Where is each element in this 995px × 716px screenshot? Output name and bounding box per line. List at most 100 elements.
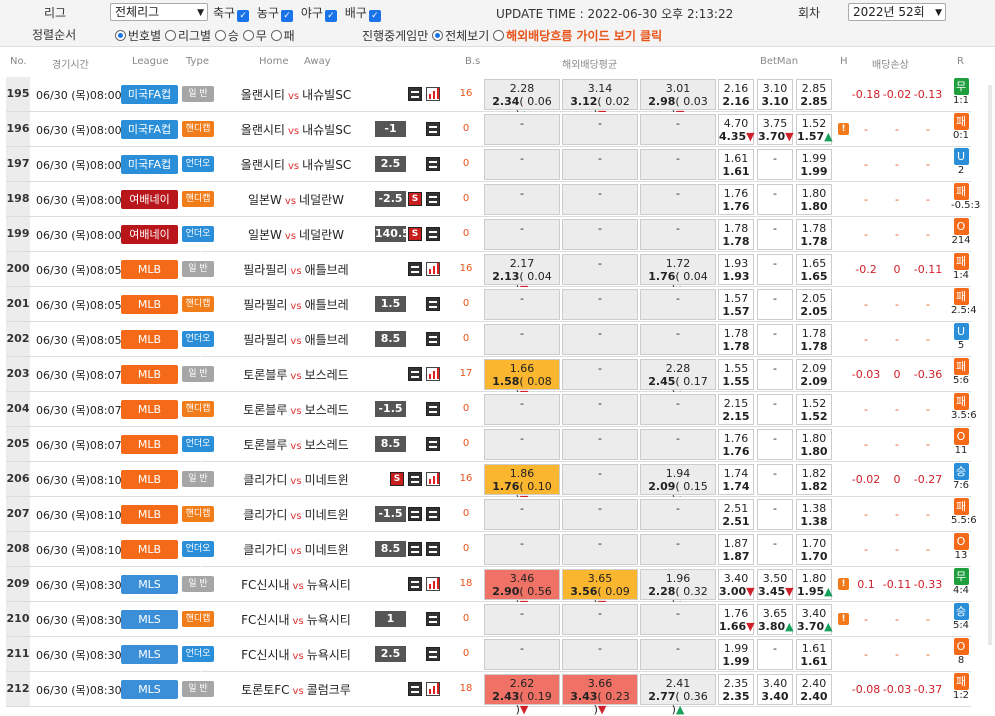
betman-odds-cell[interactable]: 2.85 2.85 <box>796 79 832 110</box>
avg-odds-cell[interactable]: 2.62 2.43( 0.19 )▼ <box>484 674 560 716</box>
compare-icon[interactable] <box>408 542 422 556</box>
betman-odds-cell[interactable]: 1.38 1.38 <box>796 499 832 530</box>
betman-odds-cell[interactable]: 1.78 1.78 <box>718 219 754 250</box>
avg-odds-cell[interactable]: - <box>484 289 560 320</box>
betman-odds-cell[interactable]: 2.16 2.16 <box>718 79 754 110</box>
compare-icon[interactable] <box>408 577 422 591</box>
betman-odds-cell[interactable]: 3.50 3.45▼ <box>757 569 794 600</box>
compare-icon[interactable] <box>408 472 422 486</box>
table-row[interactable]: 212 06/30 (목)08:30 MLS 일 반 토론토FC vs 콜럼크루 18 2.62… <box>6 672 971 716</box>
avg-odds-cell[interactable]: - <box>562 534 638 565</box>
radio-by-league[interactable] <box>164 30 176 41</box>
radio-draw[interactable] <box>242 30 254 41</box>
betman-odds-cell[interactable]: 1.80 1.95▲ <box>796 569 833 600</box>
avg-odds-cell[interactable]: - <box>640 639 716 670</box>
avg-odds-cell[interactable]: 2.41 2.77( 0.36 )▲ <box>640 674 716 716</box>
avg-odds-cell[interactable]: - <box>484 499 560 530</box>
compare-icon[interactable] <box>426 192 440 206</box>
league-badge[interactable]: MLS <box>121 610 178 629</box>
betman-odds-cell[interactable]: 1.80 1.80 <box>796 429 832 460</box>
chart-icon[interactable] <box>426 262 440 276</box>
avg-odds-cell[interactable]: - <box>484 149 560 180</box>
betman-odds-cell[interactable]: - <box>757 184 793 215</box>
radio-win[interactable] <box>214 30 226 41</box>
betman-odds-cell[interactable]: - <box>757 464 793 495</box>
betman-odds-cell[interactable]: 2.15 2.15 <box>718 394 754 425</box>
avg-odds-cell[interactable]: - <box>562 254 638 285</box>
table-row[interactable]: 199 06/30 (목)08:00 여배네이 언더오버 일본W vs 네덜란W 140.5 S… <box>6 217 971 255</box>
betman-odds-cell[interactable]: 2.40 2.40 <box>796 674 832 705</box>
chart-icon[interactable] <box>426 682 440 696</box>
avg-odds-cell[interactable]: 3.66 3.43( 0.23 )▼ <box>562 674 638 716</box>
compare-icon[interactable] <box>426 227 440 241</box>
avg-odds-cell[interactable]: - <box>484 394 560 425</box>
compare-icon[interactable] <box>408 507 422 521</box>
avg-odds-cell[interactable]: - <box>562 149 638 180</box>
avg-odds-cell[interactable]: 3.653.56( 0.09 )▼ <box>562 569 638 611</box>
avg-odds-cell[interactable]: 2.282.34( 0.06 )▲ <box>484 79 560 121</box>
radio-guide[interactable] <box>493 30 505 41</box>
table-row[interactable]: 210 06/30 (목)08:30 MLS 핸디캡 FC신시내 vs 뉴욕시티 1 0- - -1… <box>6 602 971 637</box>
league-badge[interactable]: MLB <box>121 295 178 314</box>
league-badge[interactable]: MLB <box>121 400 178 419</box>
avg-odds-cell[interactable]: - <box>562 324 638 355</box>
avg-odds-cell[interactable]: - <box>640 114 716 145</box>
avg-odds-cell[interactable]: - <box>562 359 638 390</box>
checkbox-basketball[interactable]: ✓ <box>281 10 294 22</box>
compare-icon[interactable] <box>426 297 440 311</box>
avg-odds-cell[interactable]: - <box>640 289 716 320</box>
avg-odds-cell[interactable]: - <box>484 114 560 145</box>
avg-odds-cell[interactable]: - <box>640 429 716 460</box>
table-row[interactable]: 208 06/30 (목)08:10 MLB 언더오버 클리가디 vs 미네트윈 8.5 0- -… <box>6 532 971 570</box>
league-badge[interactable]: 미국FA컵 <box>121 85 178 104</box>
radio-by-number[interactable] <box>115 30 126 41</box>
avg-odds-cell[interactable]: 1.661.58( 0.08 )▼ <box>484 359 560 401</box>
betman-odds-cell[interactable]: 1.78 1.78 <box>796 324 832 355</box>
scrollbar[interactable] <box>988 85 992 645</box>
avg-odds-cell[interactable]: 1.942.09( 0.15 )▲ <box>640 464 716 506</box>
betman-odds-cell[interactable]: 3.65 3.80▲ <box>757 604 794 635</box>
betman-odds-cell[interactable]: 2.51 2.51 <box>718 499 754 530</box>
chart-icon[interactable] <box>426 87 440 101</box>
betman-odds-cell[interactable]: - <box>757 149 793 180</box>
betman-odds-cell[interactable]: 4.70 4.35▼ <box>718 114 755 145</box>
betman-odds-cell[interactable]: 1.78 1.78 <box>718 324 754 355</box>
table-row[interactable]: 195 06/30 (목)08:00 미국FA컵 일 반 올랜시티 vs 내슈빌SC 16 2.… <box>6 77 971 121</box>
guide-link[interactable]: 해외배당흐름 가이드 보기 클릭 <box>506 29 662 43</box>
stream-icon[interactable]: S <box>408 192 422 206</box>
compare-icon[interactable] <box>426 647 440 661</box>
betman-odds-cell[interactable]: - <box>757 394 793 425</box>
betman-odds-cell[interactable]: - <box>757 534 793 565</box>
checkbox-soccer[interactable]: ✓ <box>237 10 250 22</box>
league-badge[interactable]: MLB <box>121 470 178 489</box>
avg-odds-cell[interactable]: - <box>640 184 716 215</box>
avg-odds-cell[interactable]: - <box>640 604 716 635</box>
betman-odds-cell[interactable]: 1.55 1.55 <box>718 359 754 390</box>
avg-odds-cell[interactable]: - <box>484 324 560 355</box>
avg-odds-cell[interactable]: - <box>562 184 638 215</box>
compare-icon[interactable] <box>426 542 440 556</box>
compare-icon[interactable] <box>426 612 440 626</box>
betman-odds-cell[interactable]: 1.52 1.52 <box>796 394 832 425</box>
league-badge[interactable]: MLB <box>121 540 178 559</box>
betman-odds-cell[interactable]: 1.74 1.74 <box>718 464 754 495</box>
betman-odds-cell[interactable]: 1.52 1.57▲ <box>796 114 833 145</box>
league-badge[interactable]: 여배네이 <box>121 225 178 244</box>
league-select[interactable]: 전체리그 ▼ <box>110 3 208 21</box>
table-row[interactable]: 206 06/30 (목)08:10 MLB 일 반 클리가디 vs 미네트윈 S 16 1.86… <box>6 462 971 506</box>
compare-icon[interactable] <box>426 122 440 136</box>
avg-odds-cell[interactable]: 3.143.12( 0.02 )▼ <box>562 79 638 121</box>
table-row[interactable]: 209 06/30 (목)08:30 MLS 일 반 FC신시내 vs 뉴욕시티 18 3.46… <box>6 567 971 611</box>
avg-odds-cell[interactable]: 3.012.98( 0.03 )▼ <box>640 79 716 121</box>
league-badge[interactable]: MLS <box>121 680 178 699</box>
betman-odds-cell[interactable]: - <box>757 219 793 250</box>
betman-odds-cell[interactable]: 1.76 1.66▼ <box>718 604 755 635</box>
avg-odds-cell[interactable]: - <box>640 499 716 530</box>
betman-odds-cell[interactable]: 3.40 3.40 <box>757 674 793 705</box>
checkbox-volleyball[interactable]: ✓ <box>368 10 381 22</box>
table-row[interactable]: 200 06/30 (목)08:05 MLB 일 반 필라필리 vs 애틀브레 16 2.17 2… <box>6 252 971 296</box>
betman-odds-cell[interactable]: - <box>757 429 793 460</box>
league-badge[interactable]: MLB <box>121 330 178 349</box>
table-row[interactable]: 202 06/30 (목)08:05 MLB 언더오버 필라필리 vs 애틀브레 8.5 0- -… <box>6 322 971 360</box>
avg-odds-cell[interactable]: 1.721.76( 0.04 )▲ <box>640 254 716 296</box>
